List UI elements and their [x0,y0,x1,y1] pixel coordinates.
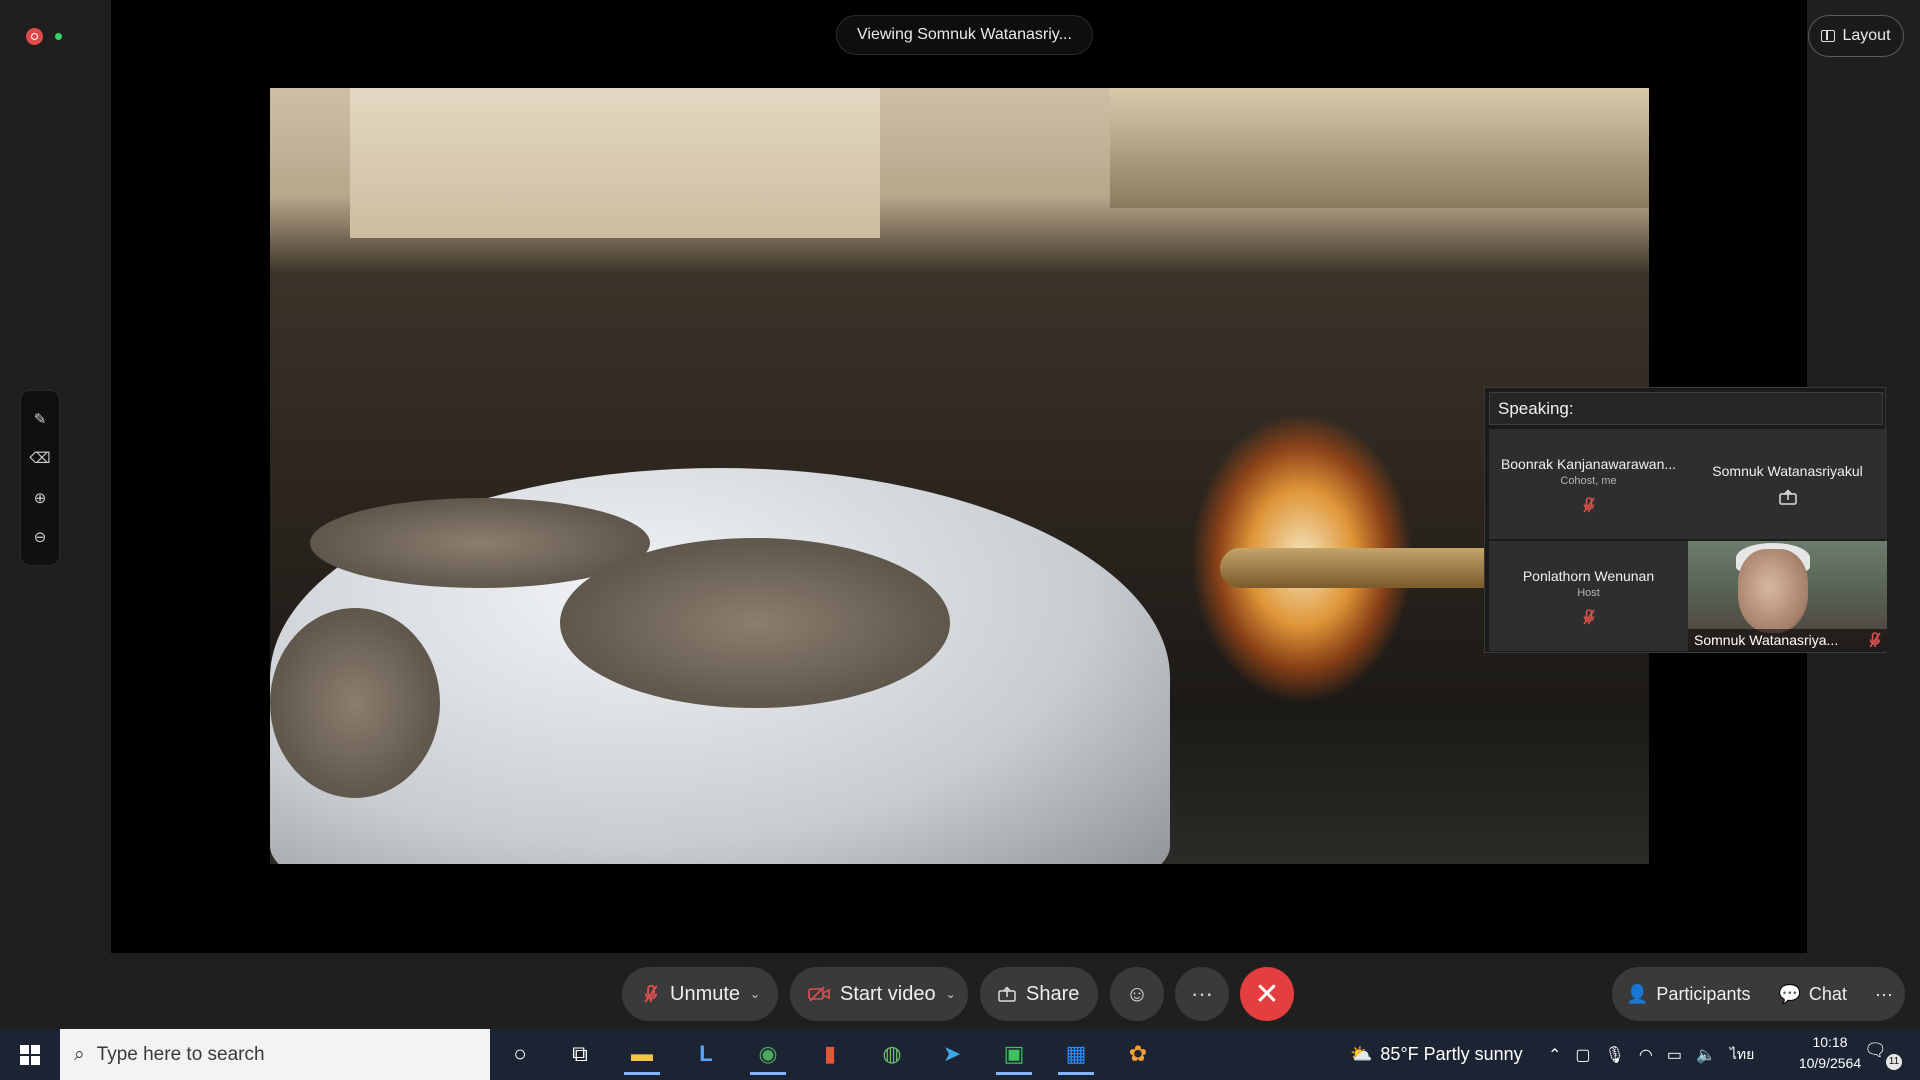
share-screen-icon [1778,489,1797,505]
chat-label: Chat [1808,983,1847,1004]
recording-indicator-icon[interactable] [26,28,43,45]
chevron-up-icon[interactable]: ⌃ [1548,1045,1561,1065]
zoom-app-icon[interactable]: ▦ [1054,1033,1098,1075]
zoom-in-icon[interactable]: ⊕ [34,489,47,507]
panel-more-button[interactable]: ··· [1861,967,1907,1021]
side-panel-controls: 👤 Participants 💬 Chat ··· [1612,967,1905,1021]
annotation-toolbar: ✎ ⌫ ⊕ ⊖ [20,390,60,566]
layout-button-label: Layout [1842,27,1891,44]
participant-video-caption: Somnuk Watanasriya... [1688,629,1887,651]
mic-muted-icon [1869,632,1881,648]
speaking-label: Speaking: [1489,392,1883,425]
more-options-button[interactable]: ··· [1175,967,1229,1021]
microphone-icon[interactable]: 🎙 [1605,1045,1625,1065]
participant-name: Somnuk Watanasriya... [1694,632,1839,648]
globe-app-icon[interactable]: ◍ [870,1033,914,1075]
pen-icon[interactable]: ✎ [34,410,47,428]
close-icon: ✕ [1254,977,1280,1011]
participant-name: Boonrak Kanjanawarawan... [1500,455,1677,472]
machine-panel-right [1110,88,1649,208]
unmute-label: Unmute [670,982,741,1005]
chevron-down-icon[interactable]: ⌄ [946,987,956,1001]
reactions-button[interactable]: ☺ [1110,967,1164,1021]
participant-name: Somnuk Watanasriyakul [1712,463,1863,479]
meeting-toolbar: Unmute ⌄ Start video ⌄ Share ☺ ··· ✕ 👤 P… [0,953,1920,1029]
end-meeting-button[interactable]: ✕ [1240,967,1294,1021]
windows-logo-icon [20,1044,40,1065]
participant-tile[interactable]: Boonrak Kanjanawarawan... Cohost, me [1489,429,1688,539]
start-button[interactable] [0,1029,60,1080]
notification-icon: 🗨 [1864,1040,1887,1060]
participant-video-tile[interactable]: Somnuk Watanasriya... [1688,541,1887,651]
chat-button[interactable]: 💬 Chat [1764,967,1860,1021]
battery-icon[interactable]: ▭ [1667,1045,1682,1065]
mic-muted-icon [1582,496,1595,512]
chat-bubble-icon: 💬 [1778,983,1801,1004]
mic-muted-icon [644,984,658,1003]
volume-icon[interactable]: 🔈 [1696,1045,1716,1065]
unmute-button[interactable]: Unmute ⌄ [622,967,778,1021]
office-icon[interactable]: ▮ [808,1033,852,1075]
participant-video-face [1738,549,1808,633]
participant-role: Host [1577,586,1600,599]
language-indicator[interactable]: ไทย [1730,1044,1754,1066]
gear-hole [270,608,440,798]
zoom-out-icon[interactable]: ⊖ [34,528,47,546]
chrome-icon[interactable]: ◉ [746,1033,790,1075]
layout-button[interactable]: Layout [1808,15,1904,57]
share-screen-icon [998,986,1016,1002]
video-off-icon [808,986,830,1002]
speaker-gallery[interactable]: Speaking: Boonrak Kanjanawarawan... Coho… [1484,387,1887,653]
participants-button[interactable]: 👤 Participants [1612,967,1764,1021]
participant-role: Cohost, me [1560,474,1617,487]
start-video-button[interactable]: Start video ⌄ [790,967,968,1021]
weather-text: 85°F Partly sunny [1380,1044,1523,1064]
connection-indicator-icon [55,33,62,40]
more-icon: ··· [1874,983,1893,1004]
file-explorer-icon[interactable]: ▬ [620,1033,664,1075]
gear-image [270,468,1170,864]
share-label: Share [1026,982,1080,1005]
machine-panel-left [350,88,880,238]
weather-widget[interactable]: ⛅ 85°F Partly sunny [1350,1029,1523,1080]
participant-tile[interactable]: Ponlathorn Wenunan Host [1489,541,1688,651]
partly-sunny-icon: ⛅ [1350,1044,1373,1064]
share-button[interactable]: Share [980,967,1098,1021]
cortana-icon[interactable]: ○ [498,1033,542,1075]
system-tray: ⌃ ▢ 🎙 ◠ ▭ 🔈 ไทย [1548,1029,1754,1080]
start-video-label: Start video [840,982,936,1005]
notification-center-button[interactable]: 🗨 11 [1864,1040,1904,1070]
participant-name: Ponlathorn Wenunan [1522,567,1655,584]
telegram-icon[interactable]: ➤ [930,1033,974,1075]
window-status-dots [26,28,62,45]
participants-label: Participants [1656,983,1751,1004]
device-icon[interactable]: ▢ [1575,1045,1590,1065]
person-icon: 👤 [1626,983,1649,1004]
line-icon[interactable]: ▣ [992,1033,1036,1075]
pinned-app-icon[interactable]: ✿ [1116,1033,1160,1075]
participant-tile[interactable]: Somnuk Watanasriyakul [1688,429,1887,539]
search-icon: ⌕ [74,1043,85,1065]
chevron-down-icon[interactable]: ⌄ [750,987,760,1001]
search-placeholder: Type here to search [96,1043,265,1065]
wifi-icon[interactable]: ◠ [1639,1045,1653,1065]
emoji-icon: ☺ [1125,981,1149,1006]
meeting-window: Viewing Somnuk Watanasriy... Layout Spea… [0,0,1920,1080]
more-icon: ··· [1191,981,1213,1006]
mic-muted-icon [1582,608,1595,624]
task-view-icon[interactable]: ⧉ [558,1033,602,1075]
taskbar-search[interactable]: ⌕ Type here to search [60,1029,490,1080]
gear-hole [560,538,950,708]
viewing-share-label[interactable]: Viewing Somnuk Watanasriy... [836,15,1093,55]
layout-icon [1821,30,1836,42]
shared-video[interactable] [270,88,1649,864]
notification-count-badge: 11 [1886,1054,1902,1070]
app-l-icon[interactable]: L [684,1033,728,1075]
eraser-icon[interactable]: ⌫ [29,449,50,467]
